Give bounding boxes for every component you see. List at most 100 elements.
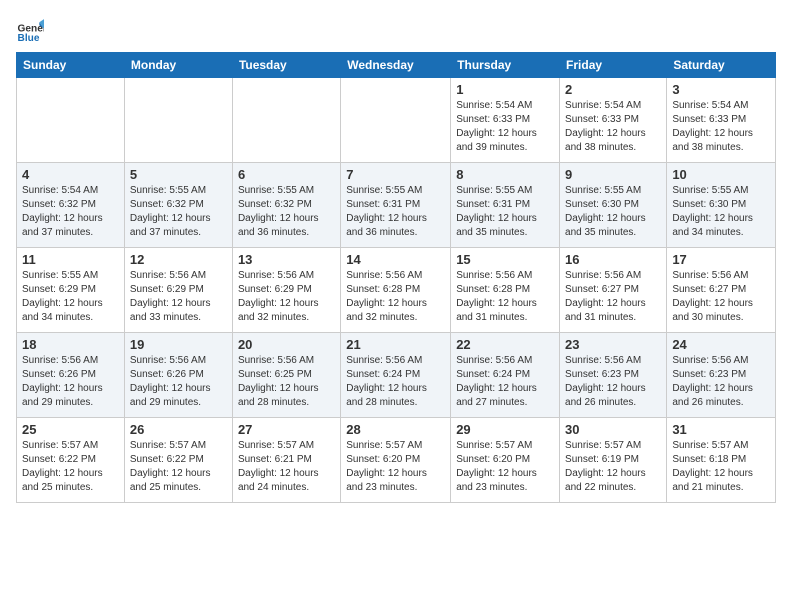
day-info: Sunrise: 5:57 AM Sunset: 6:20 PM Dayligh…	[456, 439, 554, 495]
calendar-cell: 11 Sunrise: 5:55 AM Sunset: 6:29 PM Dayli…	[17, 248, 125, 333]
day-info: Sunrise: 5:55 AM Sunset: 6:29 PM Dayligh…	[22, 269, 119, 325]
day-info: Sunrise: 5:54 AM Sunset: 6:33 PM Dayligh…	[672, 99, 770, 155]
day-number: 8	[456, 167, 554, 182]
day-number: 30	[565, 422, 661, 437]
calendar-cell	[124, 78, 232, 163]
day-number: 18	[22, 337, 119, 352]
day-number: 3	[672, 82, 770, 97]
day-info: Sunrise: 5:54 AM Sunset: 6:33 PM Dayligh…	[456, 99, 554, 155]
calendar-cell: 24Sunrise: 5:56 AM Sunset: 6:23 PM Dayli…	[667, 333, 776, 418]
calendar-cell: 16 Sunrise: 5:56 AM Sunset: 6:27 PM Dayli…	[560, 248, 667, 333]
day-number: 11	[22, 252, 119, 267]
weekday-header: Friday	[560, 53, 667, 78]
day-number: 14	[346, 252, 445, 267]
day-info: Sunrise: 5:56 AM Sunset: 6:29 PM Dayligh…	[238, 269, 335, 325]
calendar-cell: 31Sunrise: 5:57 AM Sunset: 6:18 PM Dayli…	[667, 418, 776, 503]
calendar-table: SundayMondayTuesdayWednesdayThursdayFrid…	[16, 52, 776, 503]
day-number: 22	[456, 337, 554, 352]
day-number: 19	[130, 337, 227, 352]
calendar-cell	[341, 78, 451, 163]
calendar-cell: 4 Sunrise: 5:54 AM Sunset: 6:32 PM Daylig…	[17, 163, 125, 248]
calendar-week-row: 4 Sunrise: 5:54 AM Sunset: 6:32 PM Daylig…	[17, 163, 776, 248]
day-info: Sunrise: 5:56 AM Sunset: 6:27 PM Dayligh…	[565, 269, 661, 325]
calendar-cell: 18 Sunrise: 5:56 AM Sunset: 6:26 PM Dayli…	[17, 333, 125, 418]
day-info: Sunrise: 5:56 AM Sunset: 6:29 PM Dayligh…	[130, 269, 227, 325]
day-info: Sunrise: 5:56 AM Sunset: 6:26 PM Dayligh…	[22, 354, 119, 410]
day-info: Sunrise: 5:57 AM Sunset: 6:18 PM Dayligh…	[672, 439, 770, 495]
day-number: 13	[238, 252, 335, 267]
weekday-header: Tuesday	[232, 53, 340, 78]
calendar-week-row: 1 Sunrise: 5:54 AM Sunset: 6:33 PM Daylig…	[17, 78, 776, 163]
day-info: Sunrise: 5:55 AM Sunset: 6:32 PM Dayligh…	[238, 184, 335, 240]
day-number: 17	[672, 252, 770, 267]
weekday-header: Wednesday	[341, 53, 451, 78]
day-number: 6	[238, 167, 335, 182]
day-number: 1	[456, 82, 554, 97]
day-info: Sunrise: 5:57 AM Sunset: 6:19 PM Dayligh…	[565, 439, 661, 495]
day-number: 7	[346, 167, 445, 182]
calendar-cell: 2Sunrise: 5:54 AM Sunset: 6:33 PM Daylig…	[560, 78, 667, 163]
calendar-cell: 10 Sunrise: 5:55 AM Sunset: 6:30 PM Dayli…	[667, 163, 776, 248]
calendar-cell: 12 Sunrise: 5:56 AM Sunset: 6:29 PM Dayli…	[124, 248, 232, 333]
day-info: Sunrise: 5:56 AM Sunset: 6:24 PM Dayligh…	[456, 354, 554, 410]
day-info: Sunrise: 5:55 AM Sunset: 6:30 PM Dayligh…	[672, 184, 770, 240]
weekday-header-row: SundayMondayTuesdayWednesdayThursdayFrid…	[17, 53, 776, 78]
day-info: Sunrise: 5:57 AM Sunset: 6:22 PM Dayligh…	[130, 439, 227, 495]
calendar-cell: 29 Sunrise: 5:57 AM Sunset: 6:20 PM Dayli…	[451, 418, 560, 503]
day-number: 12	[130, 252, 227, 267]
calendar-week-row: 11 Sunrise: 5:55 AM Sunset: 6:29 PM Dayli…	[17, 248, 776, 333]
day-info: Sunrise: 5:56 AM Sunset: 6:28 PM Dayligh…	[456, 269, 554, 325]
day-info: Sunrise: 5:56 AM Sunset: 6:27 PM Dayligh…	[672, 269, 770, 325]
weekday-header: Sunday	[17, 53, 125, 78]
weekday-header: Saturday	[667, 53, 776, 78]
weekday-header: Thursday	[451, 53, 560, 78]
day-info: Sunrise: 5:57 AM Sunset: 6:20 PM Dayligh…	[346, 439, 445, 495]
day-number: 28	[346, 422, 445, 437]
svg-text:Blue: Blue	[18, 33, 40, 44]
weekday-header: Monday	[124, 53, 232, 78]
day-info: Sunrise: 5:56 AM Sunset: 6:26 PM Dayligh…	[130, 354, 227, 410]
logo-icon: General Blue	[16, 16, 44, 44]
calendar-cell: 1 Sunrise: 5:54 AM Sunset: 6:33 PM Daylig…	[451, 78, 560, 163]
calendar-cell: 19 Sunrise: 5:56 AM Sunset: 6:26 PM Dayli…	[124, 333, 232, 418]
day-number: 26	[130, 422, 227, 437]
calendar-cell: 22 Sunrise: 5:56 AM Sunset: 6:24 PM Dayli…	[451, 333, 560, 418]
day-info: Sunrise: 5:54 AM Sunset: 6:32 PM Dayligh…	[22, 184, 119, 240]
day-info: Sunrise: 5:57 AM Sunset: 6:21 PM Dayligh…	[238, 439, 335, 495]
day-number: 10	[672, 167, 770, 182]
day-info: Sunrise: 5:55 AM Sunset: 6:30 PM Dayligh…	[565, 184, 661, 240]
calendar-cell: 7 Sunrise: 5:55 AM Sunset: 6:31 PM Daylig…	[341, 163, 451, 248]
calendar-cell: 21 Sunrise: 5:56 AM Sunset: 6:24 PM Dayli…	[341, 333, 451, 418]
day-info: Sunrise: 5:56 AM Sunset: 6:23 PM Dayligh…	[565, 354, 661, 410]
day-number: 24	[672, 337, 770, 352]
day-info: Sunrise: 5:56 AM Sunset: 6:24 PM Dayligh…	[346, 354, 445, 410]
calendar-cell: 6 Sunrise: 5:55 AM Sunset: 6:32 PM Daylig…	[232, 163, 340, 248]
calendar-cell: 3 Sunrise: 5:54 AM Sunset: 6:33 PM Daylig…	[667, 78, 776, 163]
calendar-week-row: 25Sunrise: 5:57 AM Sunset: 6:22 PM Dayli…	[17, 418, 776, 503]
day-number: 4	[22, 167, 119, 182]
calendar-cell: 30 Sunrise: 5:57 AM Sunset: 6:19 PM Dayli…	[560, 418, 667, 503]
calendar-cell: 27Sunrise: 5:57 AM Sunset: 6:21 PM Dayli…	[232, 418, 340, 503]
page-header: General Blue	[16, 16, 776, 44]
day-number: 15	[456, 252, 554, 267]
day-info: Sunrise: 5:55 AM Sunset: 6:31 PM Dayligh…	[456, 184, 554, 240]
calendar-cell: 13 Sunrise: 5:56 AM Sunset: 6:29 PM Dayli…	[232, 248, 340, 333]
day-info: Sunrise: 5:55 AM Sunset: 6:31 PM Dayligh…	[346, 184, 445, 240]
calendar-cell: 23Sunrise: 5:56 AM Sunset: 6:23 PM Dayli…	[560, 333, 667, 418]
day-info: Sunrise: 5:56 AM Sunset: 6:28 PM Dayligh…	[346, 269, 445, 325]
day-info: Sunrise: 5:57 AM Sunset: 6:22 PM Dayligh…	[22, 439, 119, 495]
day-number: 16	[565, 252, 661, 267]
day-number: 29	[456, 422, 554, 437]
day-number: 21	[346, 337, 445, 352]
calendar-cell: 5Sunrise: 5:55 AM Sunset: 6:32 PM Daylig…	[124, 163, 232, 248]
calendar-cell: 9Sunrise: 5:55 AM Sunset: 6:30 PM Daylig…	[560, 163, 667, 248]
day-info: Sunrise: 5:56 AM Sunset: 6:25 PM Dayligh…	[238, 354, 335, 410]
calendar-cell: 8 Sunrise: 5:55 AM Sunset: 6:31 PM Daylig…	[451, 163, 560, 248]
logo: General Blue	[16, 16, 48, 44]
calendar-cell: 26 Sunrise: 5:57 AM Sunset: 6:22 PM Dayli…	[124, 418, 232, 503]
calendar-cell	[232, 78, 340, 163]
day-info: Sunrise: 5:54 AM Sunset: 6:33 PM Dayligh…	[565, 99, 661, 155]
calendar-cell	[17, 78, 125, 163]
day-number: 20	[238, 337, 335, 352]
day-info: Sunrise: 5:55 AM Sunset: 6:32 PM Dayligh…	[130, 184, 227, 240]
